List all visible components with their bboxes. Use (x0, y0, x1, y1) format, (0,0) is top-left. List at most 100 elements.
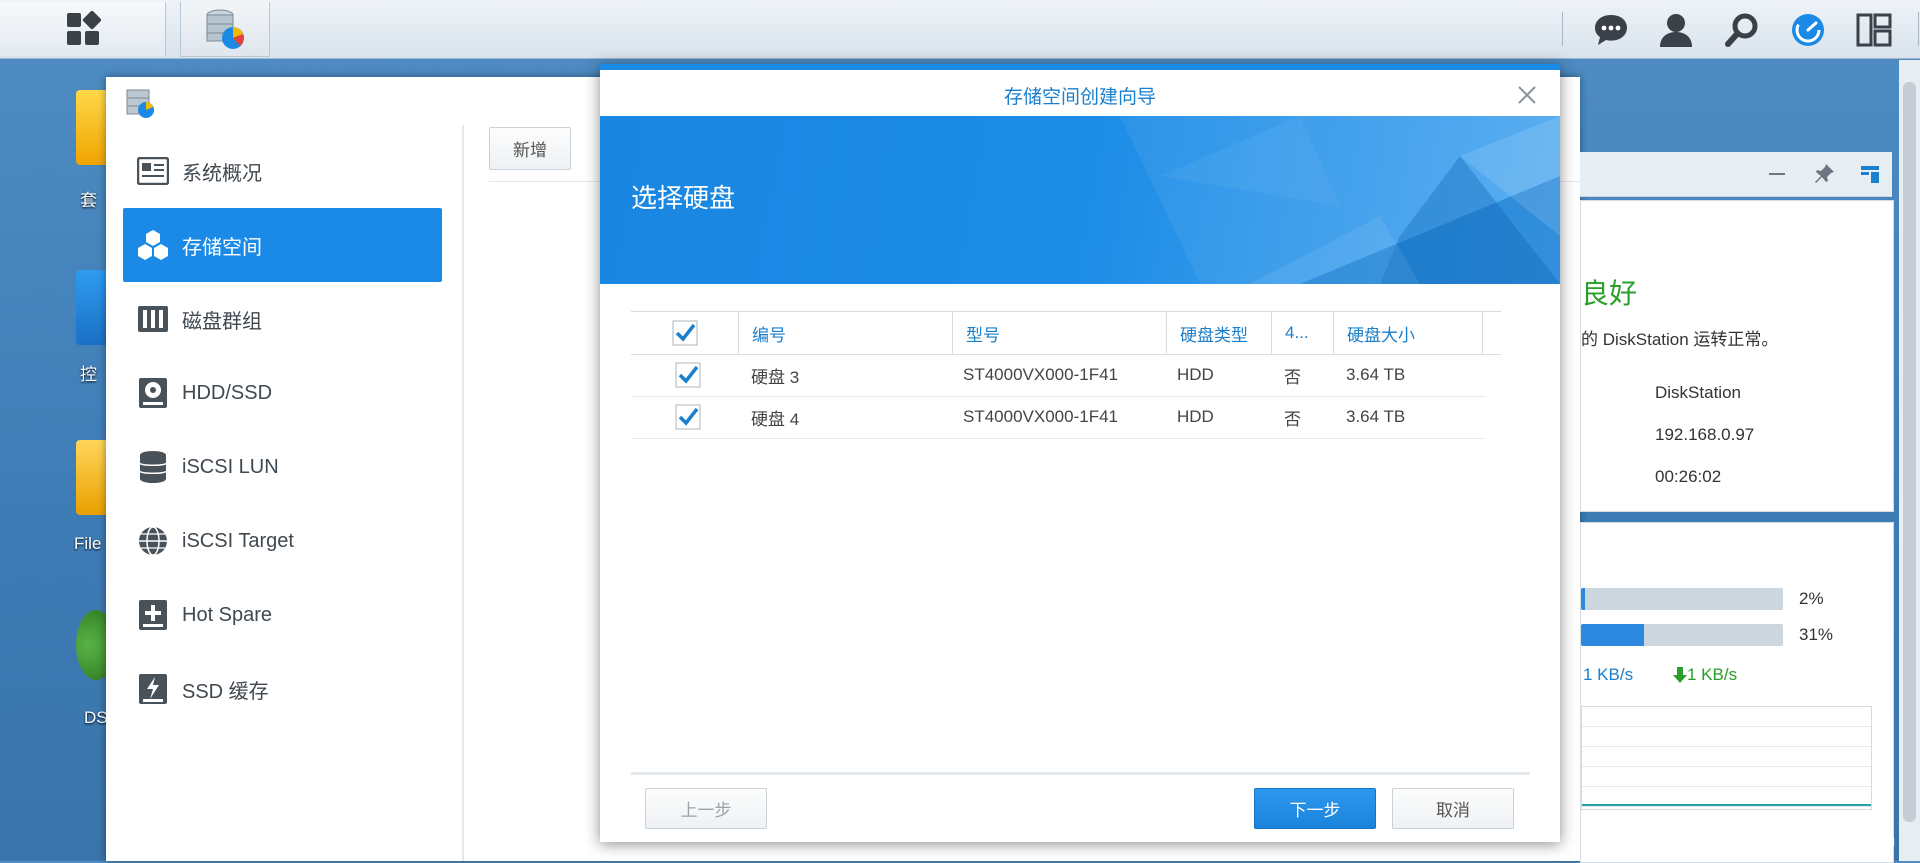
column-header-model[interactable]: 型号 (952, 312, 1166, 354)
dialog-title: 存储空间创建向导 (600, 70, 1560, 120)
network-graph-line (1582, 804, 1871, 806)
cell-id: 硬盘 3 (751, 367, 800, 387)
scrollbar-thumb[interactable] (1903, 82, 1916, 822)
lun-icon (136, 450, 170, 484)
banner-pattern (1120, 116, 1560, 284)
sidebar-item-ssd-cache[interactable]: SSD 缓存 (123, 652, 442, 726)
volume-creation-wizard-dialog: 存储空间创建向导 选择硬盘 编号 型号 硬盘类型 4... 硬盘大小 硬盘 3 … (600, 64, 1560, 842)
checkbox-checked-icon (675, 362, 701, 388)
table-header: 编号 型号 硬盘类型 4... 硬盘大小 (631, 311, 1501, 355)
close-icon (1518, 86, 1536, 104)
main-menu-button[interactable] (0, 2, 166, 56)
step-title: 选择硬盘 (631, 183, 736, 213)
close-button[interactable] (1512, 80, 1542, 110)
sidebar-item-label: SSD 缓存 (182, 680, 269, 703)
user-icon (1660, 14, 1692, 47)
system-health-card: 良好 的 DiskStation 运转正常。 DiskStation 192.1… (1580, 200, 1894, 512)
table-row[interactable]: 硬盘 3 ST4000VX000-1F41 HDD 否 3.64 TB (631, 354, 1485, 397)
search-button[interactable] (1720, 8, 1764, 52)
chat-button[interactable] (1589, 8, 1633, 52)
column-header-size[interactable]: 硬盘大小 (1333, 312, 1483, 354)
storage-manager-icon (206, 9, 244, 49)
main-menu-icon (66, 11, 101, 45)
previous-button[interactable]: 上一步 (645, 788, 767, 829)
sidebar-item-disk-group[interactable]: 磁盘群组 (123, 282, 442, 356)
checkbox-checked-icon (675, 404, 701, 430)
sidebar-item-hot-spare[interactable]: Hot Spare (123, 578, 442, 652)
cell-size: 3.64 TB (1346, 365, 1406, 384)
cell-4k: 否 (1284, 367, 1301, 387)
ram-usage-bar (1581, 624, 1783, 646)
disk-group-icon (136, 302, 170, 336)
widget-titlebar (1580, 152, 1892, 197)
sidebar-item-hdd-ssd[interactable]: HDD/SSD (123, 356, 442, 430)
system-health-widget-panel: 良好 的 DiskStation 运转正常。 DiskStation 192.1… (1580, 152, 1894, 863)
cell-4k: 否 (1284, 409, 1301, 429)
sidebar-item-label: iSCSI LUN (182, 455, 279, 478)
download-arrow-icon (1673, 667, 1687, 683)
column-header-id[interactable]: 编号 (738, 312, 952, 354)
minimize-icon (1769, 173, 1785, 175)
desktop-scrollbar[interactable] (1899, 60, 1920, 861)
cpu-usage-label: 2% (1799, 589, 1824, 608)
column-header-4k[interactable]: 4... (1271, 312, 1333, 354)
network-graph (1581, 706, 1872, 810)
minimize-button[interactable] (1765, 162, 1789, 186)
row-checkbox[interactable] (675, 396, 701, 438)
storage-manager-taskbar-button[interactable] (180, 2, 270, 57)
dashboard-button[interactable] (1786, 8, 1830, 52)
download-rate: 1 KB/s (1687, 665, 1738, 684)
sidebar-item-label: 存储空间 (182, 236, 262, 259)
sidebar-item-label: 系统概况 (182, 162, 262, 185)
dashboard-icon (1792, 14, 1824, 46)
user-button[interactable] (1654, 8, 1698, 52)
ssd-cache-icon (136, 672, 170, 706)
health-description: 的 DiskStation 运转正常。 (1581, 330, 1779, 349)
hdd-icon (136, 376, 170, 410)
row-checkbox[interactable] (675, 354, 701, 396)
cell-type: HDD (1177, 365, 1214, 384)
sidebar-item-label: 磁盘群组 (182, 310, 262, 333)
taskbar (0, 0, 1920, 59)
sidebar-item-iscsi-lun[interactable]: iSCSI LUN (123, 430, 442, 504)
column-header-type[interactable]: 硬盘类型 (1166, 312, 1271, 354)
widget-layout-icon (1861, 166, 1879, 183)
widget-settings-button[interactable] (1858, 162, 1882, 186)
desktop-label-control: 控 (80, 365, 97, 384)
cpu-usage-bar (1581, 588, 1783, 610)
taskbar-edge (1918, 12, 1919, 46)
add-button[interactable]: 新增 (489, 127, 571, 170)
widgets-button[interactable] (1852, 8, 1896, 52)
select-all-checkbox[interactable] (631, 312, 738, 354)
health-status: 良好 (1581, 278, 1638, 309)
cpu-usage-fill (1581, 588, 1586, 610)
target-icon (136, 524, 170, 558)
server-name-value: DiskStation (1655, 383, 1741, 402)
sidebar-item-overview[interactable]: 系统概况 (123, 134, 442, 208)
cancel-button[interactable]: 取消 (1392, 788, 1514, 829)
sidebar-item-label: iSCSI Target (182, 529, 294, 552)
download-rate-group: 1 KB/s (1673, 665, 1737, 685)
cell-model: ST4000VX000-1F41 (963, 365, 1118, 384)
sidebar-item-label: Hot Spare (182, 603, 273, 626)
search-icon (1725, 13, 1758, 47)
pin-icon (1815, 164, 1834, 183)
taskbar-separator (1562, 12, 1563, 46)
pin-button[interactable] (1812, 162, 1836, 186)
volume-icon (136, 228, 170, 262)
uptime-value: 00:26:02 (1655, 467, 1722, 486)
cell-size: 3.64 TB (1346, 407, 1406, 426)
desktop-label-ds: DS (84, 708, 108, 727)
table-row[interactable]: 硬盘 4 ST4000VX000-1F41 HDD 否 3.64 TB (631, 396, 1485, 439)
ram-usage-label: 31% (1799, 625, 1834, 644)
footer-divider (631, 772, 1530, 775)
next-button[interactable]: 下一步 (1254, 788, 1376, 829)
chat-icon (1595, 15, 1627, 45)
desktop-label-file: File (74, 534, 102, 553)
sidebar-item-iscsi-target[interactable]: iSCSI Target (123, 504, 442, 578)
upload-rate: 1 KB/s (1583, 665, 1634, 684)
cell-model: ST4000VX000-1F41 (963, 407, 1118, 426)
sidebar-item-volume[interactable]: 存储空间 (123, 208, 442, 282)
overview-icon (136, 154, 170, 188)
wizard-banner: 选择硬盘 (600, 116, 1560, 284)
